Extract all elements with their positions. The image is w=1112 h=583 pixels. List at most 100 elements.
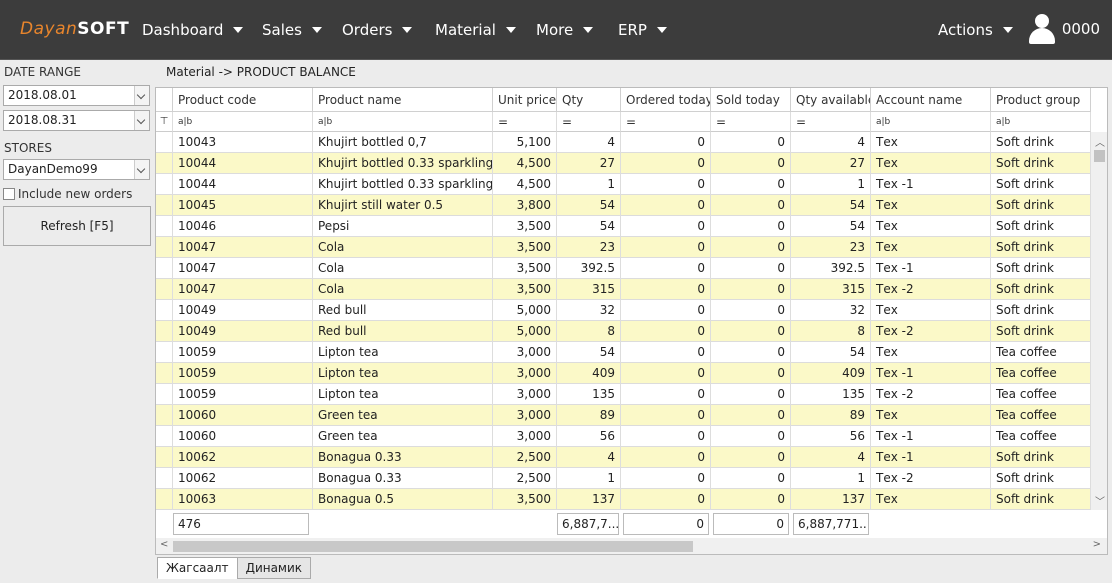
store-select[interactable]: DayanDemo99 [3, 159, 150, 180]
filter-qty-available[interactable]: = [791, 112, 871, 132]
row-selector[interactable] [156, 237, 173, 258]
row-selector[interactable] [156, 405, 173, 426]
col-header-account-name[interactable]: Account name [871, 88, 991, 112]
cell-ordered-today: 0 [621, 174, 711, 195]
nav-orders[interactable]: Orders [342, 0, 413, 60]
date-to-select[interactable]: 2018.08.31 [3, 110, 150, 131]
row-selector[interactable] [156, 363, 173, 384]
include-new-orders-label[interactable]: Include new orders [18, 187, 132, 201]
scroll-right-icon[interactable]: > [1093, 539, 1101, 550]
table-row[interactable]: 10047 Cola 3,500 392.5 0 0 392.5 Тех -1 Soft dri… [156, 258, 1091, 279]
row-selector[interactable] [156, 195, 173, 216]
table-row[interactable]: 10044 Khujirt bottled 0.33 sparkling 4,500… [156, 153, 1091, 174]
table-row[interactable]: 10062 Bonagua 0.33 2,500 4 0 0 4 Тех -1 Soft dri… [156, 447, 1091, 468]
scroll-down-icon[interactable]: ﹀ [1095, 493, 1105, 508]
row-selector[interactable] [156, 426, 173, 447]
scroll-up-icon[interactable]: ︿ [1095, 134, 1105, 149]
table-row[interactable]: 10045 Khujirt still water 0.5 3,800 54 0 0 54 Т… [156, 195, 1091, 216]
cell-unit-price: 4,500 [493, 153, 557, 174]
col-header-product-group[interactable]: Product group [991, 88, 1091, 112]
row-selector[interactable] [156, 447, 173, 468]
cell-ordered-today: 0 [621, 342, 711, 363]
row-selector[interactable] [156, 489, 173, 510]
col-header-product-code[interactable]: Product code [173, 88, 313, 112]
cell-ordered-today: 0 [621, 384, 711, 405]
horizontal-scrollbar[interactable]: < > [156, 538, 1107, 554]
cell-product-code: 10059 [173, 384, 313, 405]
row-selector[interactable] [156, 216, 173, 237]
filter-product-code[interactable]: a|b [173, 112, 313, 132]
refresh-button[interactable]: Refresh [F5] [3, 206, 151, 246]
table-row[interactable]: 10059 Lipton tea 3,000 54 0 0 54 Тех Tea coffee [156, 342, 1091, 363]
col-header-qty[interactable]: Qty [557, 88, 621, 112]
table-row[interactable]: 10043 Khujirt bottled 0,7 5,100 4 0 0 4 Тех Soft… [156, 132, 1091, 153]
cell-sold-today: 0 [711, 447, 791, 468]
vertical-scroll-thumb[interactable] [1094, 150, 1105, 162]
table-row[interactable]: 10059 Lipton tea 3,000 409 0 0 409 Тех -1 Tea co… [156, 363, 1091, 384]
nav-material[interactable]: Material [435, 0, 516, 60]
row-selector[interactable] [156, 384, 173, 405]
chevron-down-icon[interactable] [134, 86, 149, 105]
table-row[interactable]: 10047 Cola 3,500 23 0 0 23 Тех Soft drink [156, 237, 1091, 258]
row-selector[interactable] [156, 342, 173, 363]
cell-sold-today: 0 [711, 384, 791, 405]
app-logo[interactable]: DayanSOFT [20, 19, 129, 39]
cell-account-name: Тех [871, 216, 991, 237]
chevron-down-icon[interactable] [134, 160, 149, 179]
include-new-orders-checkbox[interactable] [3, 188, 15, 200]
cell-qty-available: 135 [791, 384, 871, 405]
actions-menu[interactable]: Actions [938, 0, 1013, 60]
row-selector[interactable] [156, 174, 173, 195]
filter-unit-price[interactable]: = [493, 112, 557, 132]
vertical-scrollbar[interactable]: ︿ ﹀ [1090, 132, 1107, 510]
col-header-product-name[interactable]: Product name [313, 88, 493, 112]
table-row[interactable]: 10060 Green tea 3,000 89 0 0 89 Тех Tea coffee [156, 405, 1091, 426]
cell-qty: 1 [557, 174, 621, 195]
user-menu[interactable]: 0000 [1028, 14, 1100, 44]
row-selector[interactable] [156, 468, 173, 489]
scroll-left-icon[interactable]: < [160, 539, 168, 550]
nav-sales[interactable]: Sales [262, 0, 322, 60]
cell-sold-today: 0 [711, 468, 791, 489]
col-header-unit-price[interactable]: Unit price [493, 88, 557, 112]
row-selector[interactable] [156, 279, 173, 300]
row-selector[interactable] [156, 300, 173, 321]
nav-erp[interactable]: ERP [618, 0, 667, 60]
nav-dashboard[interactable]: Dashboard [142, 0, 244, 60]
table-row[interactable]: 10063 Bonagua 0.5 3,500 137 0 0 137 Тех Soft dri… [156, 489, 1091, 510]
filter-ordered-today[interactable]: = [621, 112, 711, 132]
table-row[interactable]: 10047 Cola 3,500 315 0 0 315 Тех -2 Soft drink [156, 279, 1091, 300]
tab-list[interactable]: Жагсаалт [157, 557, 238, 579]
row-selector[interactable] [156, 321, 173, 342]
chevron-down-icon[interactable] [134, 111, 149, 130]
filter-product-group[interactable]: a|b [991, 112, 1091, 132]
tab-dynamic[interactable]: Динамик [236, 557, 312, 579]
filter-account-name[interactable]: a|b [871, 112, 991, 132]
horizontal-scroll-thumb[interactable] [173, 541, 693, 552]
table-row[interactable]: 10060 Green tea 3,000 56 0 0 56 Тех -1 Tea coffe… [156, 426, 1091, 447]
cell-qty-available: 56 [791, 426, 871, 447]
col-header-sold-today[interactable]: Sold today [711, 88, 791, 112]
filter-sold-today[interactable]: = [711, 112, 791, 132]
cell-product-code: 10049 [173, 300, 313, 321]
col-header-ordered-today[interactable]: Ordered today [621, 88, 711, 112]
filter-qty[interactable]: = [557, 112, 621, 132]
row-selector[interactable] [156, 153, 173, 174]
col-header-qty-available[interactable]: Qty available [791, 88, 871, 112]
row-selector[interactable] [156, 132, 173, 153]
nav-more[interactable]: More [536, 0, 594, 60]
cell-product-code: 10047 [173, 237, 313, 258]
table-row[interactable]: 10049 Red bull 5,000 8 0 0 8 Тех -2 Soft drink [156, 321, 1091, 342]
table-row[interactable]: 10044 Khujirt bottled 0.33 sparkling 4,500… [156, 174, 1091, 195]
date-from-select[interactable]: 2018.08.01 [3, 85, 150, 106]
cell-unit-price: 5,000 [493, 300, 557, 321]
cell-sold-today: 0 [711, 216, 791, 237]
cell-qty-available: 4 [791, 447, 871, 468]
table-row[interactable]: 10062 Bonagua 0.33 2,500 1 0 0 1 Тех -2 Soft dri… [156, 468, 1091, 489]
cell-product-group: Soft drink [991, 489, 1091, 510]
table-row[interactable]: 10049 Red bull 5,000 32 0 0 32 Тех Soft drink [156, 300, 1091, 321]
table-row[interactable]: 10046 Pepsi 3,500 54 0 0 54 Тех Soft drink [156, 216, 1091, 237]
row-selector[interactable] [156, 258, 173, 279]
table-row[interactable]: 10059 Lipton tea 3,000 135 0 0 135 Тех -2 Tea co… [156, 384, 1091, 405]
filter-product-name[interactable]: a|b [313, 112, 493, 132]
